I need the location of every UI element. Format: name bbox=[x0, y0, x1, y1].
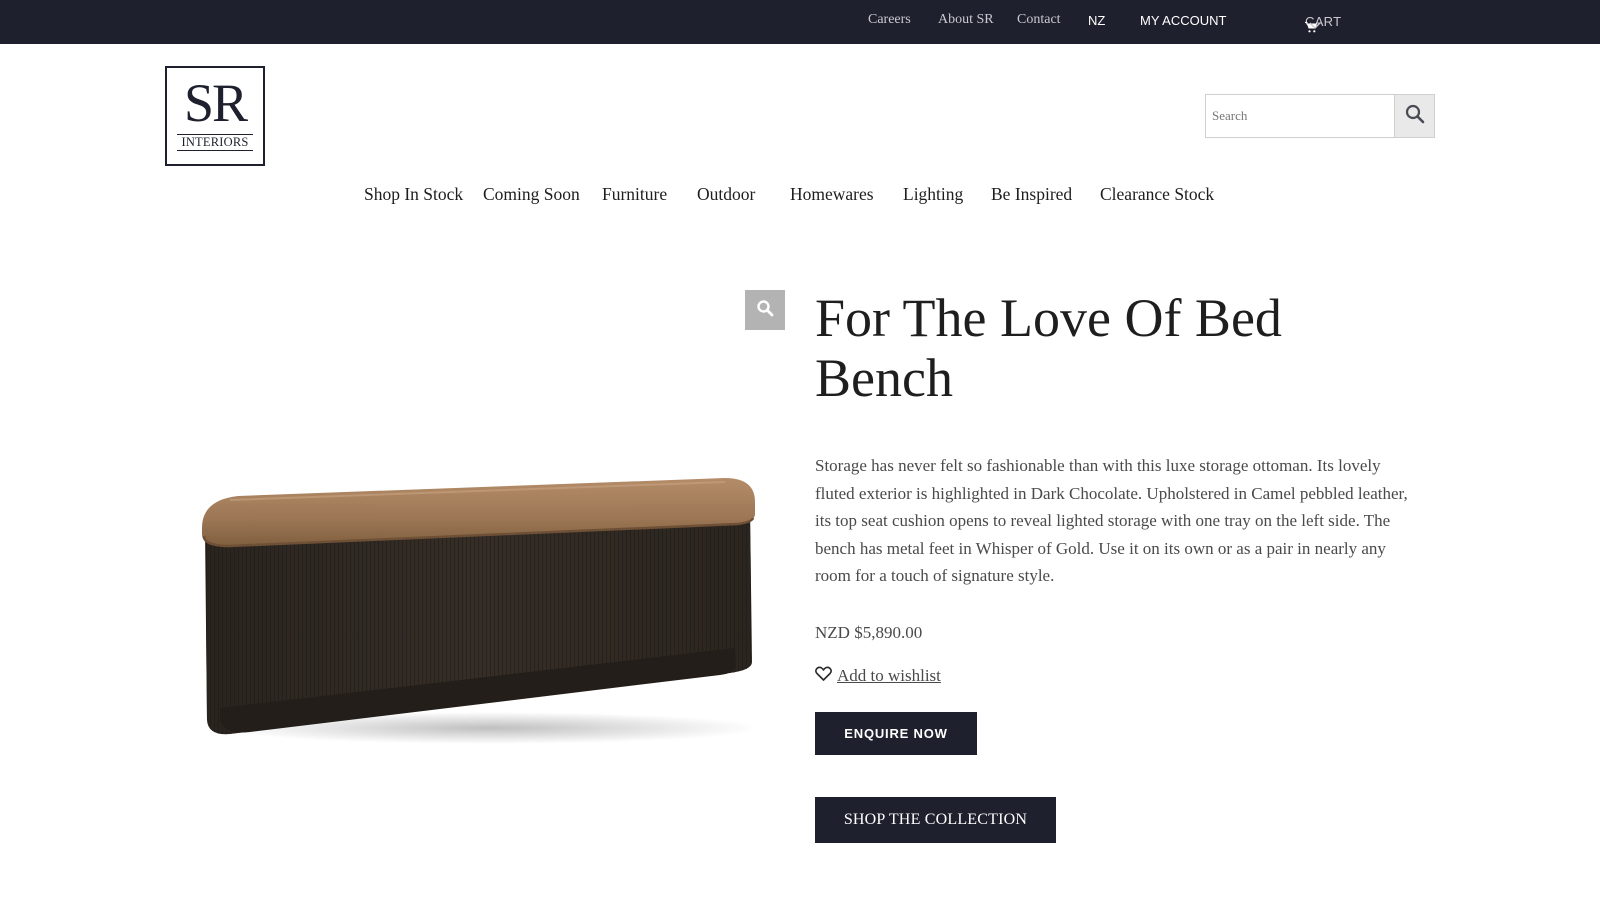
nav-shop-in-stock[interactable]: Shop In Stock bbox=[364, 184, 463, 205]
logo-subtitle: INTERIORS bbox=[177, 134, 253, 151]
shop-the-collection-button[interactable]: SHOP THE COLLECTION bbox=[815, 797, 1056, 843]
nav-coming-soon[interactable]: Coming Soon bbox=[483, 184, 580, 205]
enquire-now-button[interactable]: ENQUIRE NOW bbox=[815, 712, 977, 755]
nav-homewares[interactable]: Homewares bbox=[790, 184, 874, 205]
cart-button[interactable]: CART bbox=[1305, 10, 1341, 33]
product-description: Storage has never felt so fashionable th… bbox=[815, 456, 1408, 585]
sr-interiors-logo[interactable]: SR INTERIORS bbox=[165, 66, 265, 166]
chevron-down-icon[interactable] bbox=[1309, 22, 1321, 30]
wishlist-label: Add to wishlist bbox=[837, 666, 941, 685]
nav-be-inspired[interactable]: Be Inspired bbox=[991, 184, 1072, 205]
nav-furniture[interactable]: Furniture bbox=[602, 184, 667, 205]
search-input[interactable] bbox=[1206, 95, 1395, 137]
image-zoom-button[interactable] bbox=[745, 290, 785, 330]
nav-lighting[interactable]: Lighting bbox=[903, 184, 963, 205]
main-navigation: Shop In Stock Coming Soon Furniture Outd… bbox=[0, 184, 1600, 208]
about-link[interactable]: About SR bbox=[938, 12, 994, 28]
product-title: For The Love Of Bed Bench bbox=[815, 288, 1282, 408]
search-box bbox=[1205, 94, 1435, 138]
nav-outdoor[interactable]: Outdoor bbox=[697, 184, 755, 205]
product-image[interactable] bbox=[190, 470, 765, 760]
add-to-wishlist-link[interactable]: Add to wishlist bbox=[815, 666, 941, 686]
contact-link[interactable]: Contact bbox=[1017, 12, 1061, 28]
search-button[interactable] bbox=[1394, 95, 1434, 137]
top-bar: Careers About SR Contact NZ MY ACCOUNT C… bbox=[0, 0, 1600, 44]
my-account-link[interactable]: MY ACCOUNT bbox=[1140, 13, 1226, 28]
product-price: NZD $5,890.00 bbox=[815, 623, 923, 642]
zoom-icon bbox=[756, 299, 774, 322]
search-icon bbox=[1405, 104, 1425, 129]
nav-clearance-stock[interactable]: Clearance Stock bbox=[1100, 184, 1214, 205]
logo-monogram: SR bbox=[183, 73, 248, 133]
careers-link[interactable]: Careers bbox=[868, 12, 911, 28]
heart-icon bbox=[815, 666, 832, 686]
region-selector[interactable]: NZ bbox=[1088, 13, 1105, 28]
